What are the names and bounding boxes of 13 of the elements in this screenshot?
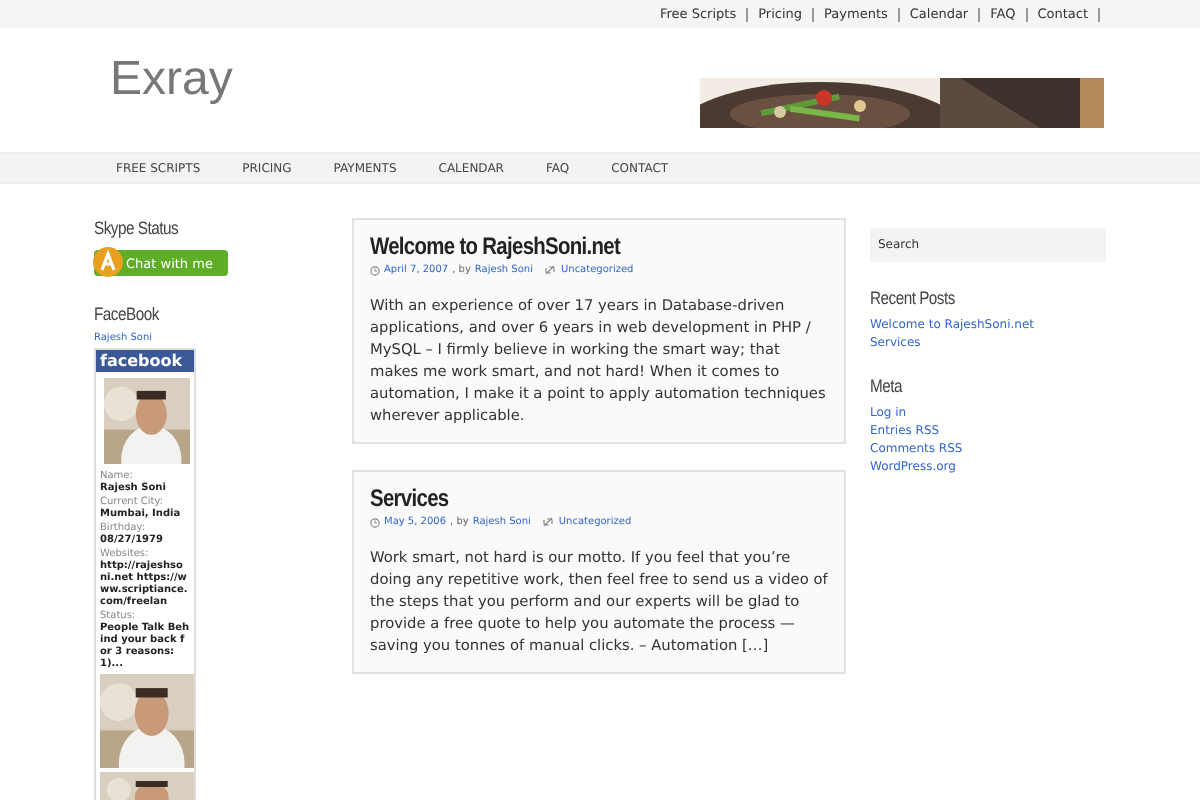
widget-title: Skype Status [94,218,181,238]
link-icon [544,264,557,276]
site-title[interactable]: Exray [110,52,233,108]
facebook-header: facebook [96,350,194,372]
widget-title: FaceBook [94,304,161,324]
widget-title: Recent Posts [870,288,957,308]
clock-icon [370,517,380,527]
link-icon [542,516,555,528]
widget-title: Meta [870,376,905,396]
clock-icon [370,265,380,275]
post-title[interactable]: Services [370,484,760,512]
skype-status-icon [92,246,124,278]
post-title[interactable]: Welcome to RajeshSoni.net [370,232,760,260]
